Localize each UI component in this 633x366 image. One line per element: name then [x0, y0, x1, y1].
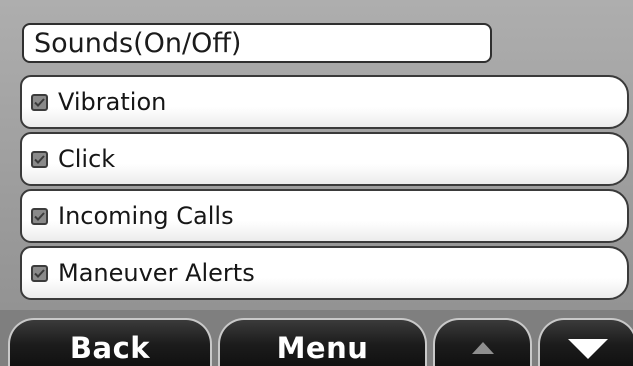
back-button-label: Back — [69, 331, 151, 365]
menu-button[interactable]: Menu — [218, 318, 427, 366]
setting-label: Vibration — [58, 88, 167, 116]
setting-row-maneuver-alerts[interactable]: Maneuver Alerts — [20, 246, 629, 300]
setting-row-incoming-calls[interactable]: Incoming Calls — [20, 189, 629, 243]
checkbox-icon[interactable] — [31, 150, 48, 168]
menu-button-label: Menu — [276, 331, 369, 365]
setting-label: Click — [58, 145, 116, 173]
setting-label: Maneuver Alerts — [58, 259, 255, 287]
setting-label: Incoming Calls — [58, 202, 234, 230]
triangle-down-icon — [567, 339, 608, 363]
checkbox-icon[interactable] — [31, 264, 48, 282]
setting-row-click[interactable]: Click — [20, 132, 629, 186]
page-title: Sounds(On/Off) — [22, 23, 492, 63]
scroll-up-button[interactable] — [433, 318, 532, 366]
back-button[interactable]: Back — [8, 318, 212, 366]
setting-row-vibration[interactable]: Vibration — [20, 75, 629, 129]
checkbox-icon[interactable] — [31, 207, 48, 225]
triangle-up-icon — [471, 339, 494, 358]
checkbox-icon[interactable] — [31, 93, 48, 111]
settings-screen: Sounds(On/Off) Vibration Click Incoming … — [0, 0, 633, 366]
bottom-toolbar: Back Menu — [0, 310, 633, 366]
scroll-down-button[interactable] — [538, 318, 633, 366]
